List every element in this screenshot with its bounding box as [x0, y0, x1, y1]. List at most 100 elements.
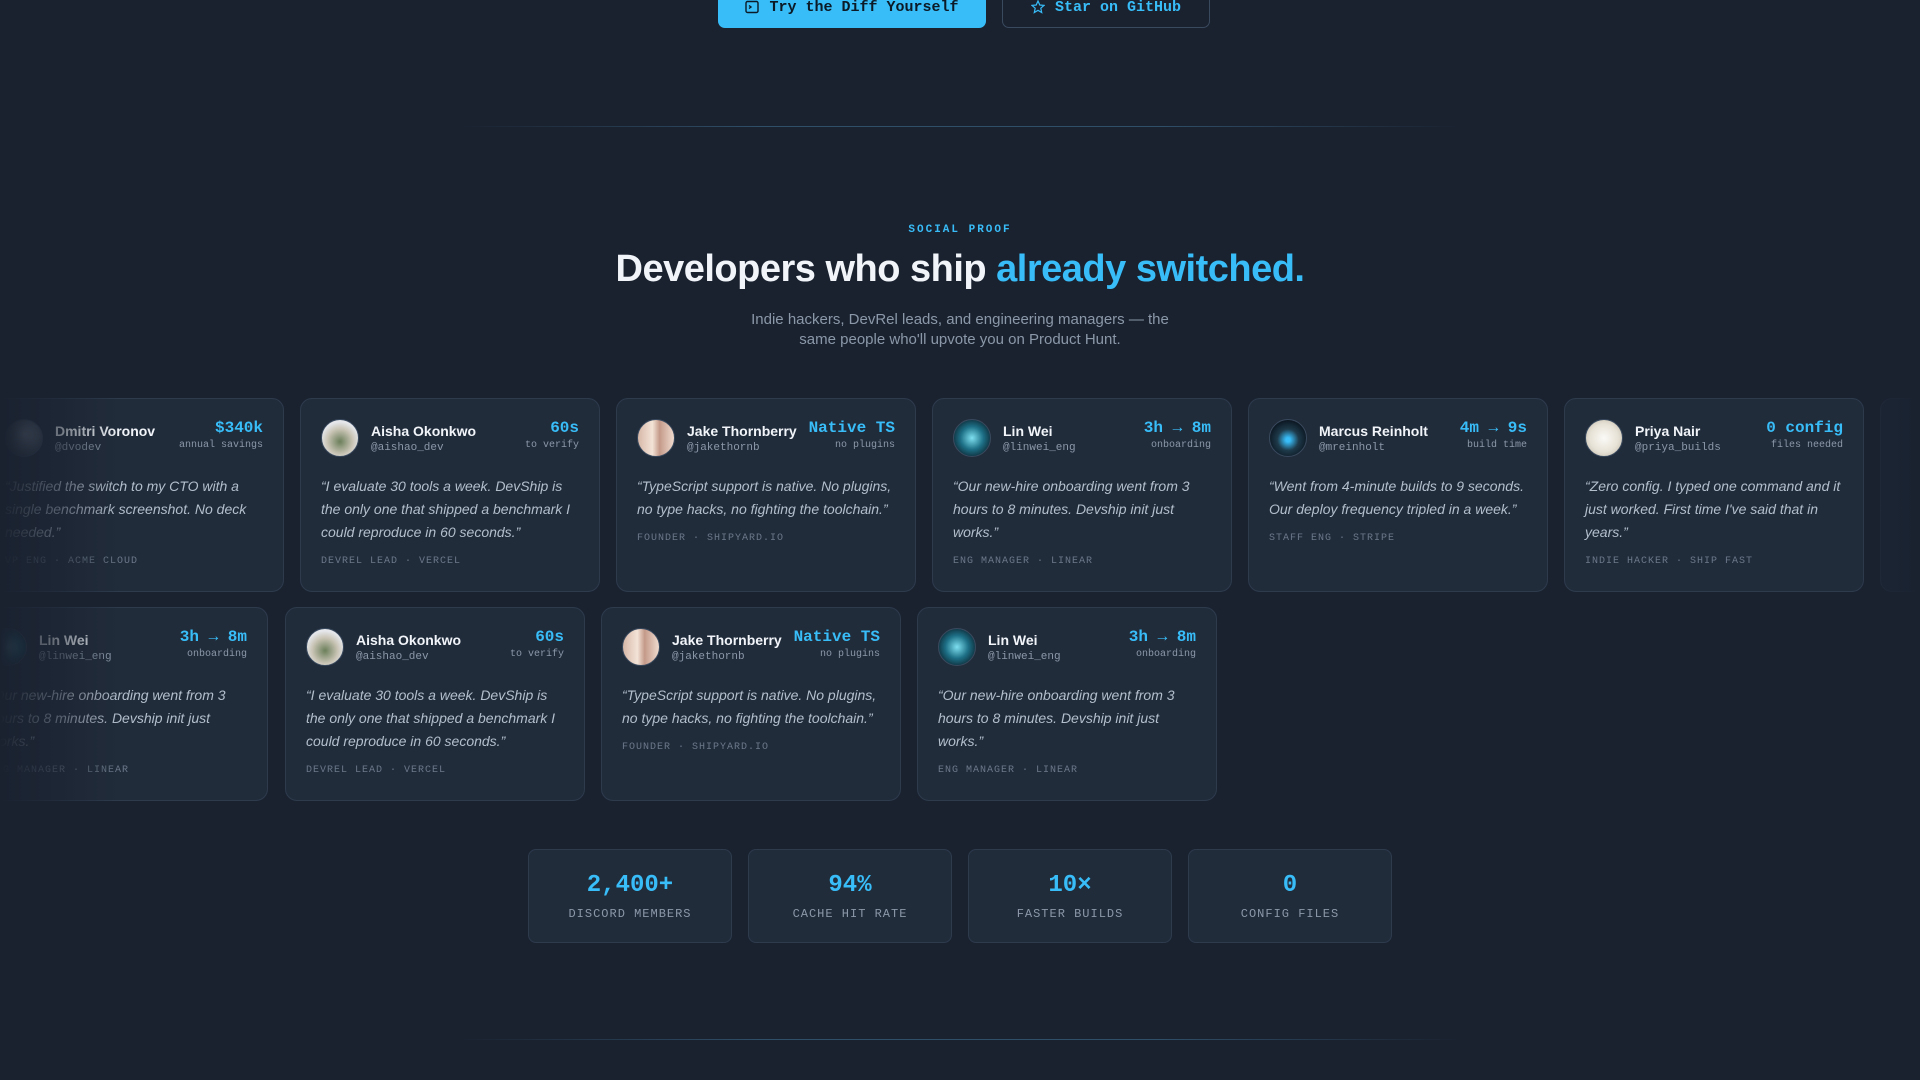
testimonial-quote: “I evaluate 30 tools a week. DevShip is …: [321, 478, 571, 540]
avatar: [953, 419, 991, 457]
metric-label: onboarding: [1150, 440, 1211, 451]
metric-label: build time: [1466, 440, 1527, 451]
headline-accent: already switched.: [996, 248, 1305, 290]
testimonial-quote: “Our new-hire onboarding went from 3 hou…: [0, 687, 226, 749]
metric-label: no plugins: [834, 440, 895, 451]
metric-label: to verify: [524, 440, 579, 451]
avatar: [637, 419, 675, 457]
author-handle: @aishao_dev: [356, 650, 429, 663]
terminal-icon: [745, 0, 760, 14]
section-headline: Developers who ship already switched.: [0, 248, 1920, 291]
stat-card: 0 CONFIG FILES: [1188, 849, 1392, 943]
author-handle: @dvodev: [55, 441, 102, 454]
author-handle: @jakethornb: [687, 441, 760, 454]
star-icon: [1030, 0, 1045, 14]
testimonial-card: Jake Thornberry @jakethornb Native TS no…: [616, 398, 916, 592]
author-handle: @linwei_eng: [1003, 441, 1076, 454]
testimonial-quote: “Our new-hire onboarding went from 3 hou…: [938, 687, 1175, 749]
metric-value: 3h → 8m: [1143, 419, 1211, 437]
metric-value: Native TS: [793, 628, 880, 646]
stat-label: CONFIG FILES: [1240, 906, 1340, 921]
author-role: ENG MANAGER · LINEAR: [938, 765, 1079, 776]
metric-value: 60s: [550, 419, 579, 437]
section-divider: [460, 126, 1460, 127]
author-handle: @aishao_dev: [371, 441, 444, 454]
metric-value: 3h → 8m: [179, 628, 247, 646]
testimonial-row-1: Dmitri Voronov @dvodev $340k annual savi…: [0, 398, 1920, 592]
stat-label: CACHE HIT RATE: [792, 906, 908, 921]
stats-row: 2,400+ DISCORD MEMBERS 94% CACHE HIT RAT…: [0, 849, 1920, 943]
testimonial-card: Jake Thornberry @jakethornb Native TS no…: [601, 607, 901, 801]
testimonial-card: Lin Wei @linwei_eng 3h → 8m onboarding “…: [917, 607, 1217, 801]
author-role: ENG MANAGER · LINEAR: [0, 765, 130, 776]
author-name: Lin Wei: [1003, 422, 1053, 439]
author-role: FOUNDER · SHIPYARD.IO: [622, 742, 770, 753]
testimonial-card: Dmitri Voronov @dvodev $340k annual savi…: [0, 398, 284, 592]
metric-label: annual savings: [178, 440, 263, 451]
author-role: INDIE HACKER · SHIP FAST: [1585, 556, 1754, 567]
stat-label: DISCORD MEMBERS: [568, 906, 692, 921]
avatar: [622, 628, 660, 666]
author-name: Aisha Okonkwo: [356, 631, 462, 648]
section-subhead: Indie hackers, DevRel leads, and enginee…: [751, 311, 1169, 348]
metric-label: onboarding: [186, 649, 247, 660]
author-handle: @priya_builds: [1635, 441, 1721, 454]
stat-value: 2,400+: [586, 871, 674, 899]
metric-label: no plugins: [819, 649, 880, 660]
stat-value: 94%: [828, 871, 872, 899]
author-name: Dmitri Voronov: [55, 422, 156, 439]
testimonial-card: Aisha Okonkwo @aishao_dev 60s to verify …: [285, 607, 585, 801]
stat-card: 2,400+ DISCORD MEMBERS: [528, 849, 732, 943]
metric-label: to verify: [509, 649, 564, 660]
author-handle: @linwei_eng: [988, 650, 1061, 663]
stat-card: 94% CACHE HIT RATE: [748, 849, 952, 943]
testimonial-quote: “Our new-hire onboarding went from 3 hou…: [953, 478, 1190, 540]
metric-label: onboarding: [1135, 649, 1196, 660]
testimonial-card-partial: [1880, 398, 1920, 592]
try-diff-label: Try the Diff Yourself: [769, 0, 959, 16]
testimonial-quote: “TypeScript support is native. No plugin…: [622, 687, 877, 726]
stat-label: FASTER BUILDS: [1016, 906, 1124, 921]
author-role: FOUNDER · SHIPYARD.IO: [637, 533, 785, 544]
stat-card: 10× FASTER BUILDS: [968, 849, 1172, 943]
avatar: [1269, 419, 1307, 457]
section-divider: [460, 1039, 1460, 1040]
testimonial-quote: “Zero config. I typed one command and it…: [1585, 478, 1841, 540]
testimonial-row-2: Lin Wei @linwei_eng 3h → 8m onboarding “…: [0, 607, 1920, 801]
avatar: [0, 628, 27, 666]
cta-row: Try the Diff Yourself Star on GitHub: [0, 0, 1920, 28]
author-role: DEVREL LEAD · VERCEL: [306, 765, 447, 776]
author-handle: @jakethornb: [672, 650, 745, 663]
metric-value: 0 config: [1766, 419, 1843, 437]
author-role: ENG MANAGER · LINEAR: [953, 556, 1094, 567]
author-role: STAFF ENG · STRIPE: [1269, 533, 1396, 544]
avatar: [5, 419, 43, 457]
metric-value: 4m → 9s: [1459, 419, 1527, 437]
avatar: [1585, 419, 1623, 457]
metric-label: files needed: [1770, 440, 1843, 451]
metric-value: 3h → 8m: [1128, 628, 1196, 646]
testimonial-quote: “TypeScript support is native. No plugin…: [637, 478, 892, 517]
author-role: DEVREL LEAD · VERCEL: [321, 556, 462, 567]
testimonial-card: Lin Wei @linwei_eng 3h → 8m onboarding “…: [0, 607, 268, 801]
testimonial-card: Marcus Reinholt @mreinholt 4m → 9s build…: [1248, 398, 1548, 592]
stat-value: 10×: [1048, 871, 1092, 899]
star-github-button[interactable]: Star on GitHub: [1002, 0, 1210, 28]
avatar: [321, 419, 359, 457]
stat-value: 0: [1282, 871, 1298, 899]
author-name: Marcus Reinholt: [1319, 422, 1428, 439]
avatar: [306, 628, 344, 666]
headline-main: Developers who ship: [615, 248, 997, 290]
avatar: [938, 628, 976, 666]
metric-value: 60s: [535, 628, 564, 646]
author-name: Lin Wei: [39, 631, 89, 648]
testimonial-card: Priya Nair @priya_builds 0 config files …: [1564, 398, 1864, 592]
author-name: Lin Wei: [988, 631, 1038, 648]
testimonial-quote: “Justified the switch to my CTO with a s…: [5, 478, 247, 540]
testimonial-quote: “Went from 4-minute builds to 9 seconds.…: [1269, 478, 1524, 517]
metric-value: Native TS: [808, 419, 895, 437]
author-handle: @linwei_eng: [39, 650, 112, 663]
metric-value: $340k: [214, 419, 263, 437]
author-name: Priya Nair: [1635, 422, 1701, 439]
try-diff-button[interactable]: Try the Diff Yourself: [718, 0, 986, 28]
